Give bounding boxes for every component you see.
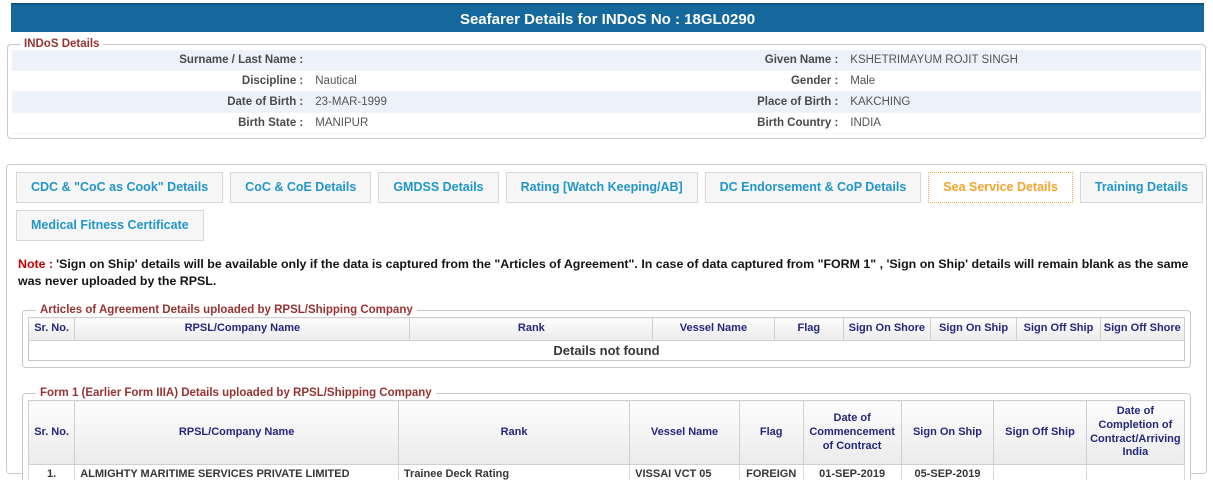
- indos-details-legend: INDoS Details: [24, 38, 100, 50]
- column-header: Sign Off Ship: [993, 400, 1087, 466]
- tab-coc-coe-details[interactable]: CoC & CoE Details: [230, 172, 372, 203]
- field-value: [309, 50, 618, 71]
- tab-cdc-coc-as-cook-details[interactable]: CDC & "CoC as Cook" Details: [16, 172, 224, 203]
- form1-legend: Form 1 (Earlier Form IIIA) Details uploa…: [40, 387, 432, 400]
- field-label: Gender :: [790, 75, 839, 87]
- note-body: 'Sign on Ship' details will be available…: [18, 257, 1189, 288]
- field-value: KAKCHING: [850, 96, 911, 108]
- field-label: Birth State :: [238, 117, 304, 129]
- column-header: Date of Commencement of Contract: [802, 400, 902, 466]
- field-label: Date of Birth :: [227, 96, 304, 108]
- note-text: Note : 'Sign on Ship' details will be ava…: [18, 256, 1195, 289]
- tab-bar-row1: CDC & "CoC as Cook" Details CoC & CoE De…: [16, 172, 1204, 203]
- table-row: 1. ALMIGHTY MARITIME SERVICES PRIVATE LI…: [27, 464, 1186, 480]
- field-label: Birth Country :: [757, 117, 839, 129]
- tab-dc-endorsement-cop-details[interactable]: DC Endorsement & CoP Details: [704, 172, 922, 203]
- column-header: Rank: [397, 400, 631, 466]
- details-not-found-message: Details not found: [553, 343, 660, 359]
- tab-training-details[interactable]: Training Details: [1079, 172, 1204, 203]
- form1-table: Sr. No. RPSL/Company Name Rank Vessel Na…: [27, 400, 1186, 480]
- cell-sr-no: 1.: [27, 464, 76, 480]
- indos-row: Date of Birth : 23-MAR-1999 Place of Bir…: [12, 91, 1201, 113]
- field-label: Given Name :: [764, 54, 839, 66]
- cell-rpsl-company-name: ALMIGHTY MARITIME SERVICES PRIVATE LIMIT…: [74, 464, 399, 480]
- field-value: MANIPUR: [315, 117, 369, 129]
- cell-vessel-name: VISSAI VCT 05: [629, 464, 740, 480]
- indos-row: Birth State : MANIPUR Birth Country : IN…: [12, 113, 1201, 134]
- field-value: KSHETRIMAYUM ROJIT SINGH: [850, 54, 1018, 66]
- tab-bar-row2: Medical Fitness Certificate: [16, 210, 1197, 241]
- field-label: Discipline :: [241, 75, 304, 87]
- column-header: Flag: [773, 317, 844, 342]
- indos-details-table: Surname / Last Name : Given Name : KSHET…: [12, 50, 1201, 134]
- field-value: INDIA: [850, 117, 881, 129]
- tab-rating-watch-keeping-ab[interactable]: Rating [Watch Keeping/AB]: [505, 172, 698, 203]
- articles-header-row: Sr. No. RPSL/Company Name Rank Vessel Na…: [27, 317, 1186, 342]
- column-header: Sign On Ship: [929, 317, 1018, 342]
- field-value: 23-MAR-1999: [315, 96, 387, 108]
- column-header: Flag: [738, 400, 804, 466]
- column-header: Date of Completion of Contract/Arriving …: [1085, 400, 1186, 466]
- tab-sea-service-details[interactable]: Sea Service Details: [928, 172, 1073, 203]
- column-header: Sign Off Shore: [1099, 317, 1186, 342]
- column-header: Rank: [409, 317, 654, 342]
- articles-of-agreement-section: Articles of Agreement Details uploaded b…: [22, 304, 1191, 369]
- articles-table: Sr. No. RPSL/Company Name Rank Vessel Na…: [27, 317, 1186, 362]
- column-header: RPSL/Company Name: [74, 317, 411, 342]
- column-header: Sign On Shore: [842, 317, 931, 342]
- indos-details-section: INDoS Details Surname / Last Name : Give…: [7, 38, 1206, 139]
- field-label: Surname / Last Name :: [179, 54, 304, 66]
- indos-row: Discipline : Nautical Gender : Male: [12, 71, 1201, 92]
- cell-sign-on-ship: 05-SEP-2019: [900, 464, 995, 480]
- column-header: Vessel Name: [652, 317, 775, 342]
- note-label: Note :: [18, 257, 54, 271]
- cell-sign-off-ship: [993, 464, 1087, 480]
- cell-date-completion: [1085, 464, 1186, 480]
- page: Seafarer Details for INDoS No : 18GL0290…: [0, 3, 1213, 480]
- field-value: Nautical: [315, 75, 357, 87]
- field-label: Place of Birth :: [757, 96, 839, 108]
- form1-section: Form 1 (Earlier Form IIIA) Details uploa…: [22, 387, 1191, 480]
- indos-row: Surname / Last Name : Given Name : KSHET…: [12, 50, 1201, 71]
- table-row: Details not found: [29, 341, 1185, 361]
- column-header: Vessel Name: [629, 400, 740, 466]
- tab-medical-fitness-certificate[interactable]: Medical Fitness Certificate: [16, 210, 204, 241]
- articles-legend: Articles of Agreement Details uploaded b…: [40, 304, 413, 317]
- page-title: Seafarer Details for INDoS No : 18GL0290: [11, 3, 1204, 32]
- column-header: Sign On Ship: [900, 400, 995, 466]
- column-header: Sr. No.: [27, 317, 76, 342]
- column-header: Sr. No.: [27, 400, 76, 466]
- column-header: Sign Off Ship: [1016, 317, 1101, 342]
- tab-gmdss-details[interactable]: GMDSS Details: [378, 172, 499, 203]
- tab-content-panel: CDC & "CoC as Cook" Details CoC & CoE De…: [6, 164, 1207, 480]
- cell-flag: FOREIGN: [738, 464, 804, 480]
- column-header: RPSL/Company Name: [74, 400, 399, 466]
- field-value: Male: [850, 75, 876, 87]
- form1-header-row: Sr. No. RPSL/Company Name Rank Vessel Na…: [27, 400, 1186, 466]
- cell-rank: Trainee Deck Rating: [397, 464, 631, 480]
- cell-date-commencement: 01-SEP-2019: [802, 464, 902, 480]
